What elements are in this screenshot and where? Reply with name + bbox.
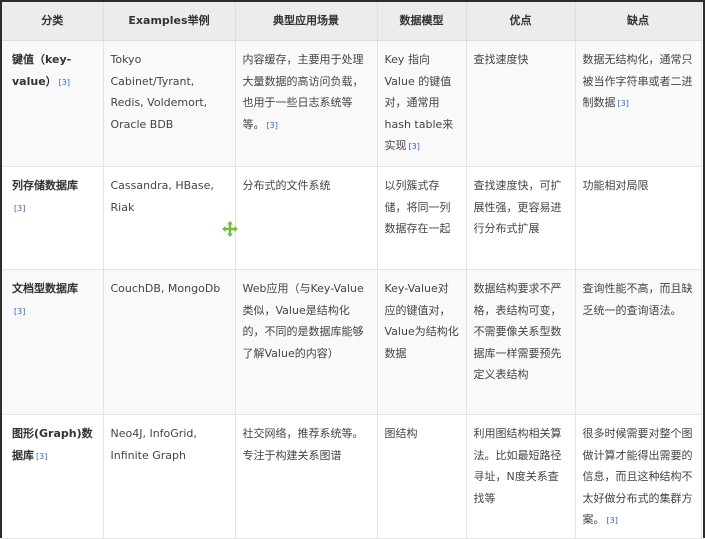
row-examples: Tokyo Cabinet/Tyrant, Redis, Voldemort, …: [103, 40, 236, 167]
citation-link[interactable]: [3]: [34, 452, 47, 461]
header-cons: 缺点: [575, 2, 702, 41]
citation-link[interactable]: [3]: [12, 204, 25, 213]
row-cons: 查询性能不高，而且缺乏统一的查询语法。: [575, 269, 702, 415]
table-row: 文档型数据库 [3] CouchDB, MongoDb Web应用（与Key-Va…: [2, 269, 702, 415]
row-scenario: 内容缓存，主要用于处理大量数据的高访问负载，也用于一些日志系统等等。 [3]: [235, 40, 378, 167]
row-pros: 数据结构要求不严格，表结构可变，不需要像关系型数据库一样需要预先定义表结构: [466, 269, 576, 415]
row-model: Key-Value对应的键值对，Value为结构化数据: [377, 269, 467, 415]
row-scenario: Web应用（与Key-Value类似，Value是结构化的，不同的是数据库能够了…: [235, 269, 378, 415]
header-row: 分类 Examples举例 典型应用场景 数据模型 优点 缺点: [2, 2, 702, 41]
header-pros: 优点: [466, 2, 576, 41]
citation-link[interactable]: [3]: [57, 78, 70, 87]
citation-link[interactable]: [3]: [616, 99, 629, 108]
row-pros: 查找速度快，可扩展性强，更容易进行分布式扩展: [466, 166, 576, 270]
row-examples: CouchDB, MongoDb: [103, 269, 236, 415]
move-cursor-icon: [222, 221, 238, 237]
table-row: 图形(Graph)数据库 [3] Neo4J, InfoGrid, Infinit…: [2, 414, 702, 539]
row-cons: 功能相对局限: [575, 166, 702, 270]
header-model: 数据模型: [377, 2, 467, 41]
row-model: 图结构: [377, 414, 467, 539]
row-pros: 利用图结构相关算法。比如最短路径寻址，N度关系查找等: [466, 414, 576, 539]
citation-link[interactable]: [3]: [12, 307, 25, 316]
row-pros: 查找速度快: [466, 40, 576, 167]
header-category: 分类: [2, 2, 104, 41]
citation-link[interactable]: [3]: [605, 516, 618, 525]
row-examples: Neo4J, InfoGrid, Infinite Graph: [103, 414, 236, 539]
header-scenario: 典型应用场景: [235, 2, 378, 41]
row-scenario: 社交网络，推荐系统等。专注于构建关系图谱: [235, 414, 378, 539]
table-row: 键值（key-value） [3] Tokyo Cabinet/Tyrant, R…: [2, 40, 702, 167]
row-type: 键值（key-value） [3]: [2, 40, 104, 167]
row-model: 以列簇式存储，将同一列数据存在一起: [377, 166, 467, 270]
row-examples: Cassandra, HBase, Riak: [103, 166, 236, 270]
nosql-comparison-table: 分类 Examples举例 典型应用场景 数据模型 优点 缺点 键值（key-v…: [2, 2, 702, 539]
row-type: 图形(Graph)数据库 [3]: [2, 414, 104, 539]
citation-link[interactable]: [3]: [265, 121, 278, 130]
row-type: 列存储数据库 [3]: [2, 166, 104, 270]
row-type: 文档型数据库 [3]: [2, 269, 104, 415]
row-scenario: 分布式的文件系统: [235, 166, 378, 270]
row-cons: 数据无结构化，通常只被当作字符串或者二进制数据 [3]: [575, 40, 702, 167]
row-model: Key 指向 Value 的键值对，通常用hash table来实现 [3]: [377, 40, 467, 167]
header-examples: Examples举例: [103, 2, 236, 41]
row-cons: 很多时候需要对整个图做计算才能得出需要的信息，而且这种结构不太好做分布式的集群方…: [575, 414, 702, 539]
citation-link[interactable]: [3]: [407, 142, 420, 151]
table-row: 列存储数据库 [3] Cassandra, HBase, Riak 分布式的文件系…: [2, 166, 702, 270]
